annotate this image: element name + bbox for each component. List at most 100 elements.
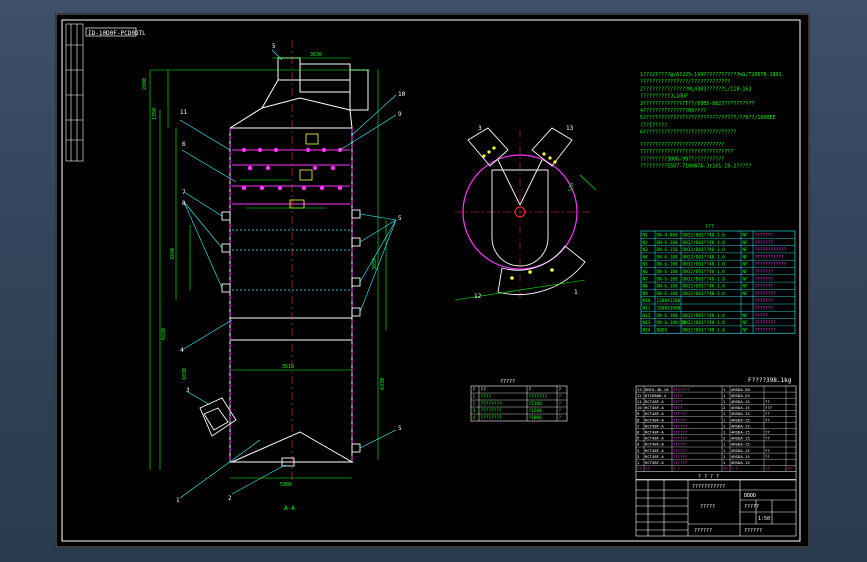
- parts-cell: RCT48F-A: [645, 448, 664, 453]
- nozzle-cell: ???????: [755, 306, 774, 312]
- nozzle-cell: DN32/D01??48-1.0: [683, 247, 726, 253]
- nozzle-cell: DN-6-150: [657, 247, 679, 253]
- callout: 13: [566, 125, 574, 132]
- callout: 5: [398, 425, 402, 432]
- small-table-cell: ?1200: [529, 408, 543, 414]
- title-drawing-name: ?????: [700, 504, 715, 510]
- small-table-cell: ????: [481, 394, 492, 400]
- parts-cell: 1: [723, 393, 726, 398]
- nozzle-cell: DN32/D01??48-1.0: [683, 327, 726, 333]
- parts-cell: 4RSDA-15: [731, 417, 750, 422]
- parts-cell: 1: [723, 417, 726, 422]
- nozzle-cell: DN-6-100: [657, 254, 679, 260]
- parts-cell: ??: [787, 466, 792, 471]
- dimension-lines: [149, 57, 387, 479]
- dimension-texts: 3630 2800 1350 6830 3240 1030 3850 4330 …: [142, 52, 386, 488]
- note-line: 6???????????????????????????????: [640, 130, 736, 136]
- parts-cell: 11: [637, 399, 642, 404]
- nozzle-cell: DN32/D01??48-1.0: [683, 276, 726, 282]
- note-line: 2???????????????0L4303??????L/119-163: [640, 86, 751, 92]
- callout: 1: [574, 289, 578, 296]
- note-line: 4???????????????00????: [640, 108, 706, 114]
- parts-cell: ??: [645, 466, 650, 471]
- parts-cell: 1: [723, 399, 726, 404]
- note-line: 1???27????@/A7J25-1997????7??????mG/T2O6…: [640, 72, 781, 78]
- parts-cell: 1: [723, 454, 726, 459]
- nozzle-cell: DN32/D01??48-1.0: [683, 313, 726, 319]
- small-table-cell: ????????: [481, 401, 503, 407]
- title-scale-label: ?????: [744, 504, 759, 510]
- side-nozzles: [199, 209, 361, 467]
- nozzle-cell: NF: [743, 327, 749, 333]
- nozzle-cell: ???????: [755, 240, 774, 246]
- yellow-boxes: [289, 133, 319, 209]
- callout: 3: [478, 125, 482, 132]
- note-line: 5???????????????????????????????/??0??/1…: [640, 115, 775, 121]
- parts-cell: ??????: [673, 423, 687, 428]
- small-table-cell: ????????: [481, 408, 503, 414]
- parts-cell: 4RSDA-25: [731, 393, 750, 398]
- nozzle-table: N1 DN-4-800 DN32/D01??48-1.0 NF ??????? N2 DN-…: [640, 230, 796, 334]
- parts-cell: RCT48F-A: [645, 442, 664, 447]
- parts-cell: 4RSDA-15: [731, 399, 750, 404]
- technical-notes: 1???27????@/A7J25-1997????7??????mG/T2O6…: [640, 72, 781, 170]
- parts-cell: ??: [765, 430, 770, 435]
- parts-cell: 2: [723, 436, 726, 441]
- title-scale: 1:50: [758, 516, 770, 522]
- callout: 9: [398, 111, 402, 118]
- parts-cell: 1: [723, 460, 726, 465]
- parts-cell: ??????: [673, 417, 687, 422]
- parts-cell: RCT48F-A: [645, 405, 664, 410]
- nozzle-cell: NF: [743, 313, 749, 319]
- parts-cell: ????: [673, 405, 682, 410]
- parts-cell: 3: [637, 448, 640, 453]
- nozzle-cell: DN32/D01??48-1.0: [683, 254, 726, 260]
- title-sheet: DDDD: [744, 493, 756, 499]
- parts-cell: 1: [723, 387, 726, 392]
- nozzle-cell: N10: [643, 298, 651, 304]
- parts-cell: ??: [765, 411, 770, 416]
- parts-cell: 1: [723, 430, 726, 435]
- parts-cell: ??: [723, 466, 728, 471]
- parts-cell: 7: [637, 423, 640, 428]
- nozzle-cell: NF: [743, 284, 749, 290]
- dim-inner-d: 3510: [282, 364, 294, 370]
- parts-cell: ??: [765, 417, 770, 422]
- nozzle-cell: N3: [643, 247, 649, 253]
- callout: 3: [186, 387, 190, 394]
- left-revision-strip: [65, 23, 84, 162]
- parts-cell: ??: [637, 466, 642, 471]
- nozzle-cell: ???????: [755, 298, 774, 304]
- nozzle-cell: DN32/D01??48-1.0: [683, 262, 726, 268]
- small-table-cell: ????????: [481, 415, 503, 421]
- parts-cell: RCT48F-A: [645, 436, 664, 441]
- nozzle-cell: N5: [643, 262, 649, 268]
- note-line: 7??????????????????????????????: [640, 149, 733, 155]
- nozzle-cell: DN32/D01??48-1.0: [683, 269, 726, 275]
- note-line: ????????????????/?????????????: [640, 79, 730, 85]
- callout: 5: [398, 215, 402, 222]
- note-line: ????????????????????????????: [640, 142, 724, 148]
- nozzle-cell: NF: [743, 276, 749, 282]
- nozzle-cell: ????????: [755, 320, 777, 326]
- dim-side: 1030: [182, 368, 188, 380]
- nozzle-cell: N6: [643, 269, 649, 275]
- small-table-cell: ?1000: [529, 415, 543, 421]
- cad-drawing: ID-10D0F-PCD0DTL 3630 2800 1350 6830 324…: [55, 13, 810, 548]
- main-elevation: 3630 2800 1350 6830 3240 1030 3850 4330 …: [142, 40, 406, 512]
- nozzle-cell: N9: [643, 291, 649, 297]
- callout: 11: [180, 109, 188, 116]
- nozzle-cell: DN-6-100: [657, 240, 679, 246]
- small-table-cell: ?: [559, 408, 562, 414]
- vessel-shell: [229, 128, 353, 463]
- parts-cell: ??: [765, 454, 770, 459]
- dim-top-width: 3630: [310, 52, 322, 58]
- parts-cell: ??????: [673, 460, 687, 465]
- nozzle-cell: N2: [643, 240, 649, 246]
- nozzle-cell: 1000X1000: [657, 306, 681, 312]
- parts-cell: ????: [673, 399, 682, 404]
- nozzle-cell: ?????: [755, 313, 769, 319]
- parts-cell: 8: [637, 417, 640, 422]
- nozzle-cell: N13: [643, 320, 651, 326]
- parts-cell: 4RSDA-15: [731, 436, 750, 441]
